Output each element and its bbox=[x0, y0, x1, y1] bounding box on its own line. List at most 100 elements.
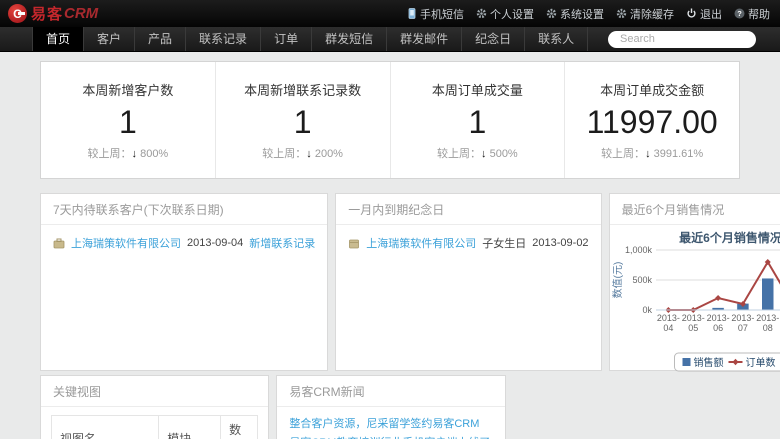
col-count: 数量 bbox=[221, 416, 258, 439]
col-view-name: 视图名 bbox=[52, 416, 159, 439]
utility-system-settings-label: 系统设置 bbox=[560, 6, 604, 22]
followup-list: 上海瑞策软件有限公司 2013-09-04 新增联系记录 bbox=[41, 225, 327, 261]
stat-label: 本周新增客户数 bbox=[82, 80, 173, 99]
search-input[interactable] bbox=[608, 31, 756, 48]
utility-personal-settings[interactable]: 个人设置 bbox=[476, 6, 534, 22]
stat-orders-closed: 本周订单成交量 1 较上周：↓ 500% bbox=[390, 62, 565, 178]
stat-compare: 较上周：↓ 3991.61% bbox=[601, 145, 703, 161]
stat-compare: 较上周：↓ 800% bbox=[88, 145, 169, 161]
utility-personal-settings-label: 个人设置 bbox=[490, 6, 534, 22]
weekly-stats-card: 本周新增客户数 1 较上周：↓ 800% 本周新增联系记录数 1 较上周：↓ 2… bbox=[40, 61, 740, 179]
company-link[interactable]: 上海瑞策软件有限公司 bbox=[366, 235, 476, 251]
svg-text:销售额: 销售额 bbox=[693, 356, 723, 369]
utility-clear-cache[interactable]: 清除缓存 bbox=[616, 6, 674, 22]
gear-icon bbox=[476, 8, 487, 19]
news-list: 整合客户资源，尼采留学签约易客CRM 易客CRM教育培训行业手机客户端上线了 易… bbox=[277, 407, 504, 439]
panel-title: 最近6个月销售情况 bbox=[610, 194, 780, 225]
middle-row: 7天内待联系客户(下次联系日期) 上海瑞策软件有限公司 2013-09-04 新… bbox=[40, 193, 740, 371]
stat-label: 本周订单成交量 bbox=[432, 80, 523, 99]
bottom-row: 关键视图 视图名 模块 数量 潜在客户 客户 3 bbox=[40, 375, 740, 439]
down-arrow-icon: ↓ bbox=[132, 148, 138, 160]
top-bar: C 易客 CRM 手机短信 个人设置 系统设置 清除缓存 退出 ? 帮助 bbox=[0, 0, 780, 27]
stat-compare: 较上周：↓ 500% bbox=[437, 145, 518, 161]
main-nav: 首页 客户 产品 联系记录 订单 群发短信 群发邮件 纪念日 联系人 bbox=[0, 27, 780, 52]
sales-chart: 0k500k1,000k05102013-042013-052013-06201… bbox=[610, 225, 780, 379]
anniversary-icon bbox=[348, 238, 360, 249]
key-views-body: 视图名 模块 数量 潜在客户 客户 3 bbox=[41, 407, 268, 439]
table-header-row: 视图名 模块 数量 bbox=[52, 416, 258, 439]
tab-orders[interactable]: 订单 bbox=[261, 27, 312, 51]
stat-value: 1 bbox=[119, 106, 137, 138]
tab-bulk-email[interactable]: 群发邮件 bbox=[387, 27, 462, 51]
company-link[interactable]: 上海瑞策软件有限公司 bbox=[71, 235, 181, 251]
gear-icon bbox=[546, 8, 557, 19]
anniversary-list: 上海瑞策软件有限公司 子女生日 2013-09-02 bbox=[336, 225, 600, 261]
search-box bbox=[608, 31, 756, 48]
utility-help[interactable]: ? 帮助 bbox=[734, 6, 770, 22]
page: { "header": { "logo_cn": "易客", "logo_en"… bbox=[0, 0, 780, 439]
stat-order-amount: 本周订单成交金额 11997.00 较上周：↓ 3991.61% bbox=[564, 62, 739, 178]
key-views-panel: 关键视图 视图名 模块 数量 潜在客户 客户 3 bbox=[40, 375, 269, 439]
followup-date: 2013-09-04 bbox=[187, 237, 243, 249]
sales-chart-svg: 0k500k1,000k05102013-042013-052013-06201… bbox=[611, 228, 780, 376]
panel-title: 7天内待联系客户(下次联系日期) bbox=[41, 194, 327, 225]
key-views-table: 视图名 模块 数量 潜在客户 客户 3 bbox=[51, 415, 258, 439]
panel-title: 易客CRM新闻 bbox=[277, 376, 504, 407]
svg-text:2013-: 2013- bbox=[681, 313, 704, 323]
down-arrow-icon: ↓ bbox=[645, 148, 651, 160]
anniversary-date: 2013-09-02 bbox=[532, 237, 588, 249]
utility-logout[interactable]: 退出 bbox=[686, 6, 722, 22]
utility-clear-cache-label: 清除缓存 bbox=[630, 6, 674, 22]
svg-text:最近6个月销售情况: 最近6个月销售情况 bbox=[679, 230, 780, 245]
tab-products[interactable]: 产品 bbox=[135, 27, 186, 51]
utility-help-label: 帮助 bbox=[748, 6, 770, 22]
panel-title: 一月内到期纪念日 bbox=[336, 194, 600, 225]
stat-label: 本周订单成交金额 bbox=[600, 80, 704, 99]
logo-icon: C bbox=[8, 4, 27, 23]
dashboard: 本周新增客户数 1 较上周：↓ 800% 本周新增联系记录数 1 较上周：↓ 2… bbox=[0, 52, 780, 439]
logo-text-cn: 易客 bbox=[31, 3, 63, 24]
svg-text:2013-: 2013- bbox=[706, 313, 729, 323]
news-link[interactable]: 整合客户资源，尼采留学签约易客CRM bbox=[289, 417, 492, 431]
list-item: 上海瑞策软件有限公司 子女生日 2013-09-02 bbox=[348, 235, 588, 251]
app-logo[interactable]: C 易客 CRM bbox=[8, 3, 98, 24]
tab-home[interactable]: 首页 bbox=[32, 27, 84, 51]
followup-panel: 7天内待联系客户(下次联系日期) 上海瑞策软件有限公司 2013-09-04 新… bbox=[40, 193, 328, 371]
tab-customers[interactable]: 客户 bbox=[84, 27, 135, 51]
stat-new-contact-records: 本周新增联系记录数 1 较上周：↓ 200% bbox=[215, 62, 390, 178]
svg-text:07: 07 bbox=[737, 323, 747, 333]
svg-text:2013-: 2013- bbox=[656, 313, 679, 323]
empty-area bbox=[513, 375, 740, 439]
utility-system-settings[interactable]: 系统设置 bbox=[546, 6, 604, 22]
svg-text:数值(元): 数值(元) bbox=[611, 262, 624, 299]
sales-chart-panel: 最近6个月销售情况 0k500k1,000k05102013-042013-05… bbox=[609, 193, 780, 371]
add-contact-record-link[interactable]: 新增联系记录 bbox=[249, 235, 315, 251]
logo-text-en: CRM bbox=[64, 5, 98, 22]
utility-logout-label: 退出 bbox=[700, 6, 722, 22]
help-icon: ? bbox=[734, 8, 745, 19]
power-icon bbox=[686, 8, 697, 19]
stat-value: 1 bbox=[468, 106, 486, 138]
anniversary-panel: 一月内到期纪念日 上海瑞策软件有限公司 子女生日 2013-09-02 bbox=[335, 193, 601, 371]
svg-text:2013-: 2013- bbox=[756, 313, 779, 323]
tab-contacts[interactable]: 联系人 bbox=[525, 27, 588, 51]
gear-icon bbox=[616, 8, 627, 19]
down-arrow-icon: ↓ bbox=[481, 148, 487, 160]
tab-anniversaries[interactable]: 纪念日 bbox=[462, 27, 525, 51]
stat-compare: 较上周：↓ 200% bbox=[262, 145, 343, 161]
company-icon bbox=[53, 238, 65, 249]
utility-sms[interactable]: 手机短信 bbox=[407, 6, 464, 22]
svg-text:1,000k: 1,000k bbox=[625, 245, 653, 255]
tab-bulk-sms[interactable]: 群发短信 bbox=[312, 27, 387, 51]
news-panel: 易客CRM新闻 整合客户资源，尼采留学签约易客CRM 易客CRM教育培训行业手机… bbox=[276, 375, 505, 439]
stat-label: 本周新增联系记录数 bbox=[244, 80, 361, 99]
svg-text:0k: 0k bbox=[642, 305, 652, 315]
tab-contact-records[interactable]: 联系记录 bbox=[186, 27, 261, 51]
svg-text:05: 05 bbox=[688, 323, 698, 333]
list-item: 上海瑞策软件有限公司 2013-09-04 新增联系记录 bbox=[53, 235, 315, 251]
anniversary-type: 子女生日 bbox=[482, 235, 526, 251]
utility-menu: 手机短信 个人设置 系统设置 清除缓存 退出 ? 帮助 bbox=[407, 6, 770, 22]
svg-text:06: 06 bbox=[713, 323, 723, 333]
stat-value: 1 bbox=[294, 106, 312, 138]
down-arrow-icon: ↓ bbox=[306, 148, 312, 160]
